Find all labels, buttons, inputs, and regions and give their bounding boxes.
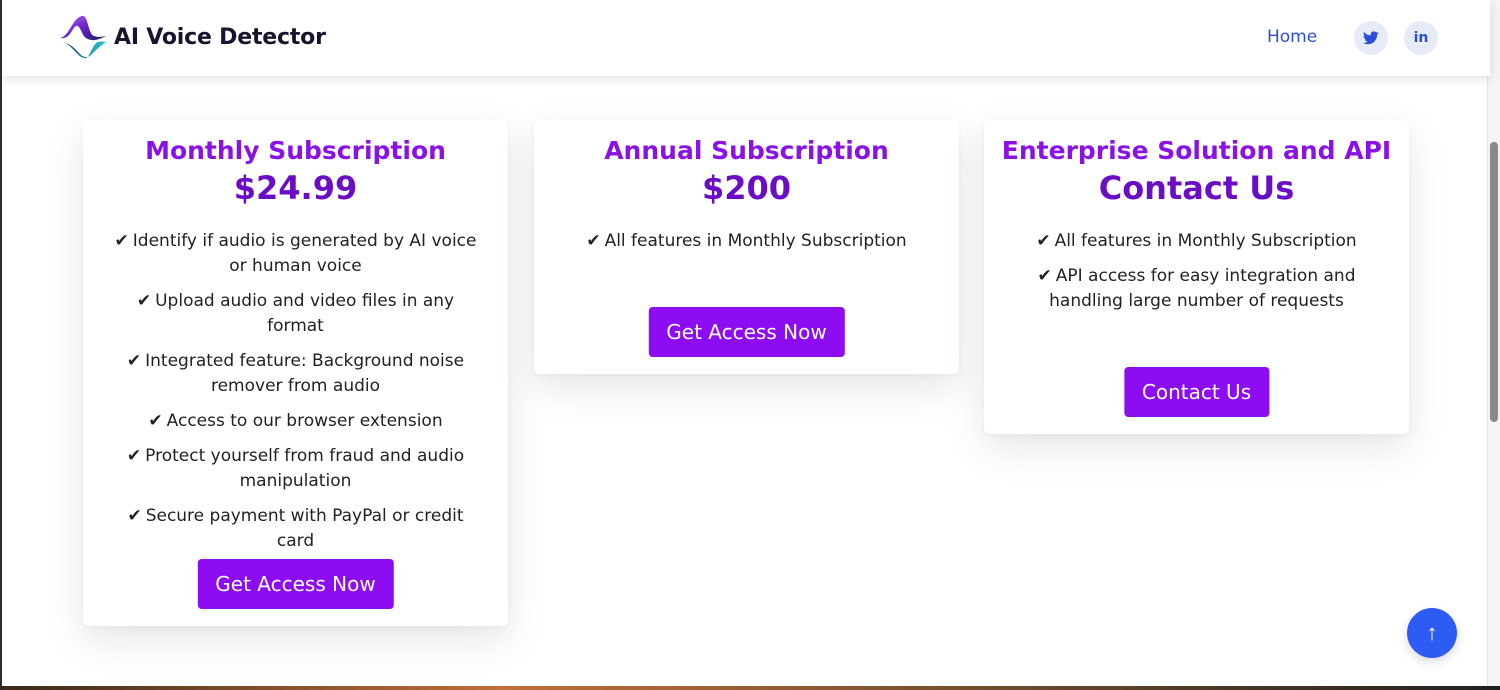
waveform-logo-icon — [60, 15, 106, 59]
feature-item: ✔ Integrated feature: Background noise re… — [113, 349, 478, 399]
plan-title: Enterprise Solution and API — [1001, 136, 1392, 165]
feature-item: ✔ Access to our browser extension — [113, 409, 478, 434]
feature-item: ✔ All features in Monthly Subscription — [564, 229, 929, 254]
plan-card-monthly: Monthly Subscription $24.99 ✔ Identify if… — [83, 120, 508, 626]
check-icon: ✔ — [1037, 266, 1052, 286]
linkedin-icon: in — [1413, 30, 1429, 46]
check-icon: ✔ — [586, 231, 601, 251]
feature-list: ✔ All features in Monthly Subscription ✔ A… — [984, 229, 1409, 314]
feature-item: ✔ Identify if audio is generated by AI vo… — [113, 229, 478, 279]
contact-us-button[interactable]: Contact Us — [1123, 367, 1270, 417]
brand-link[interactable]: AI Voice Detector — [58, 14, 326, 60]
plan-title: Monthly Subscription — [145, 136, 446, 165]
feature-text: All features in Monthly Subscription — [1054, 231, 1357, 251]
page-scrollbar[interactable] — [1487, 0, 1500, 690]
scrollbar-thumb[interactable] — [1490, 142, 1498, 422]
arrow-up-icon: ↑ — [1426, 620, 1438, 645]
linkedin-button[interactable]: in — [1404, 21, 1438, 55]
feature-list: ✔ Identify if audio is generated by AI vo… — [83, 229, 508, 554]
feature-text: Protect yourself from fraud and audio ma… — [145, 446, 465, 491]
feature-list: ✔ All features in Monthly Subscription — [534, 229, 959, 254]
plan-title: Annual Subscription — [604, 136, 889, 165]
site-header: AI Voice Detector Home in — [2, 0, 1490, 76]
check-icon: ✔ — [127, 506, 142, 526]
feature-text: Upload audio and video files in any form… — [155, 291, 455, 336]
twitter-button[interactable] — [1354, 21, 1388, 55]
check-icon: ✔ — [126, 446, 142, 466]
check-icon: ✔ — [1036, 231, 1051, 251]
get-access-button[interactable]: Get Access Now — [648, 307, 845, 357]
check-icon: ✔ — [136, 291, 152, 311]
feature-text: Secure payment with PayPal or credit car… — [145, 506, 464, 551]
plan-card-enterprise: Enterprise Solution and API Contact Us ✔… — [984, 120, 1409, 434]
feature-item: ✔ All features in Monthly Subscription — [1014, 229, 1379, 254]
feature-item: ✔ Protect yourself from fraud and audio m… — [113, 444, 478, 494]
feature-text: All features in Monthly Subscription — [604, 231, 907, 251]
plan-price: Contact Us — [1098, 169, 1295, 207]
feature-text: Identify if audio is generated by AI voi… — [132, 231, 477, 276]
browser-viewport: AI Voice Detector Home in Monthly Subscr… — [0, 0, 1500, 690]
check-icon: ✔ — [126, 351, 142, 371]
scroll-to-top-button[interactable]: ↑ — [1407, 608, 1457, 658]
nav-home-link[interactable]: Home — [1267, 27, 1317, 47]
plan-card-annual: Annual Subscription $200 ✔ All features i… — [534, 120, 959, 374]
feature-text: Integrated feature: Background noise rem… — [145, 351, 465, 396]
check-icon: ✔ — [148, 411, 163, 431]
feature-item: ✔ Upload audio and video files in any for… — [113, 289, 478, 339]
brand-name: AI Voice Detector — [114, 24, 326, 50]
feature-text: API access for easy integration and hand… — [1049, 266, 1356, 311]
get-access-button[interactable]: Get Access Now — [197, 559, 394, 609]
plan-price: $24.99 — [233, 169, 358, 207]
window-bottom-edge — [2, 686, 1500, 690]
feature-item: ✔ Secure payment with PayPal or credit ca… — [113, 504, 478, 554]
check-icon: ✔ — [114, 231, 129, 251]
plan-price: $200 — [701, 169, 792, 207]
feature-text: Access to our browser extension — [166, 411, 443, 431]
twitter-icon — [1363, 31, 1379, 45]
feature-item: ✔ API access for easy integration and han… — [1014, 264, 1379, 314]
